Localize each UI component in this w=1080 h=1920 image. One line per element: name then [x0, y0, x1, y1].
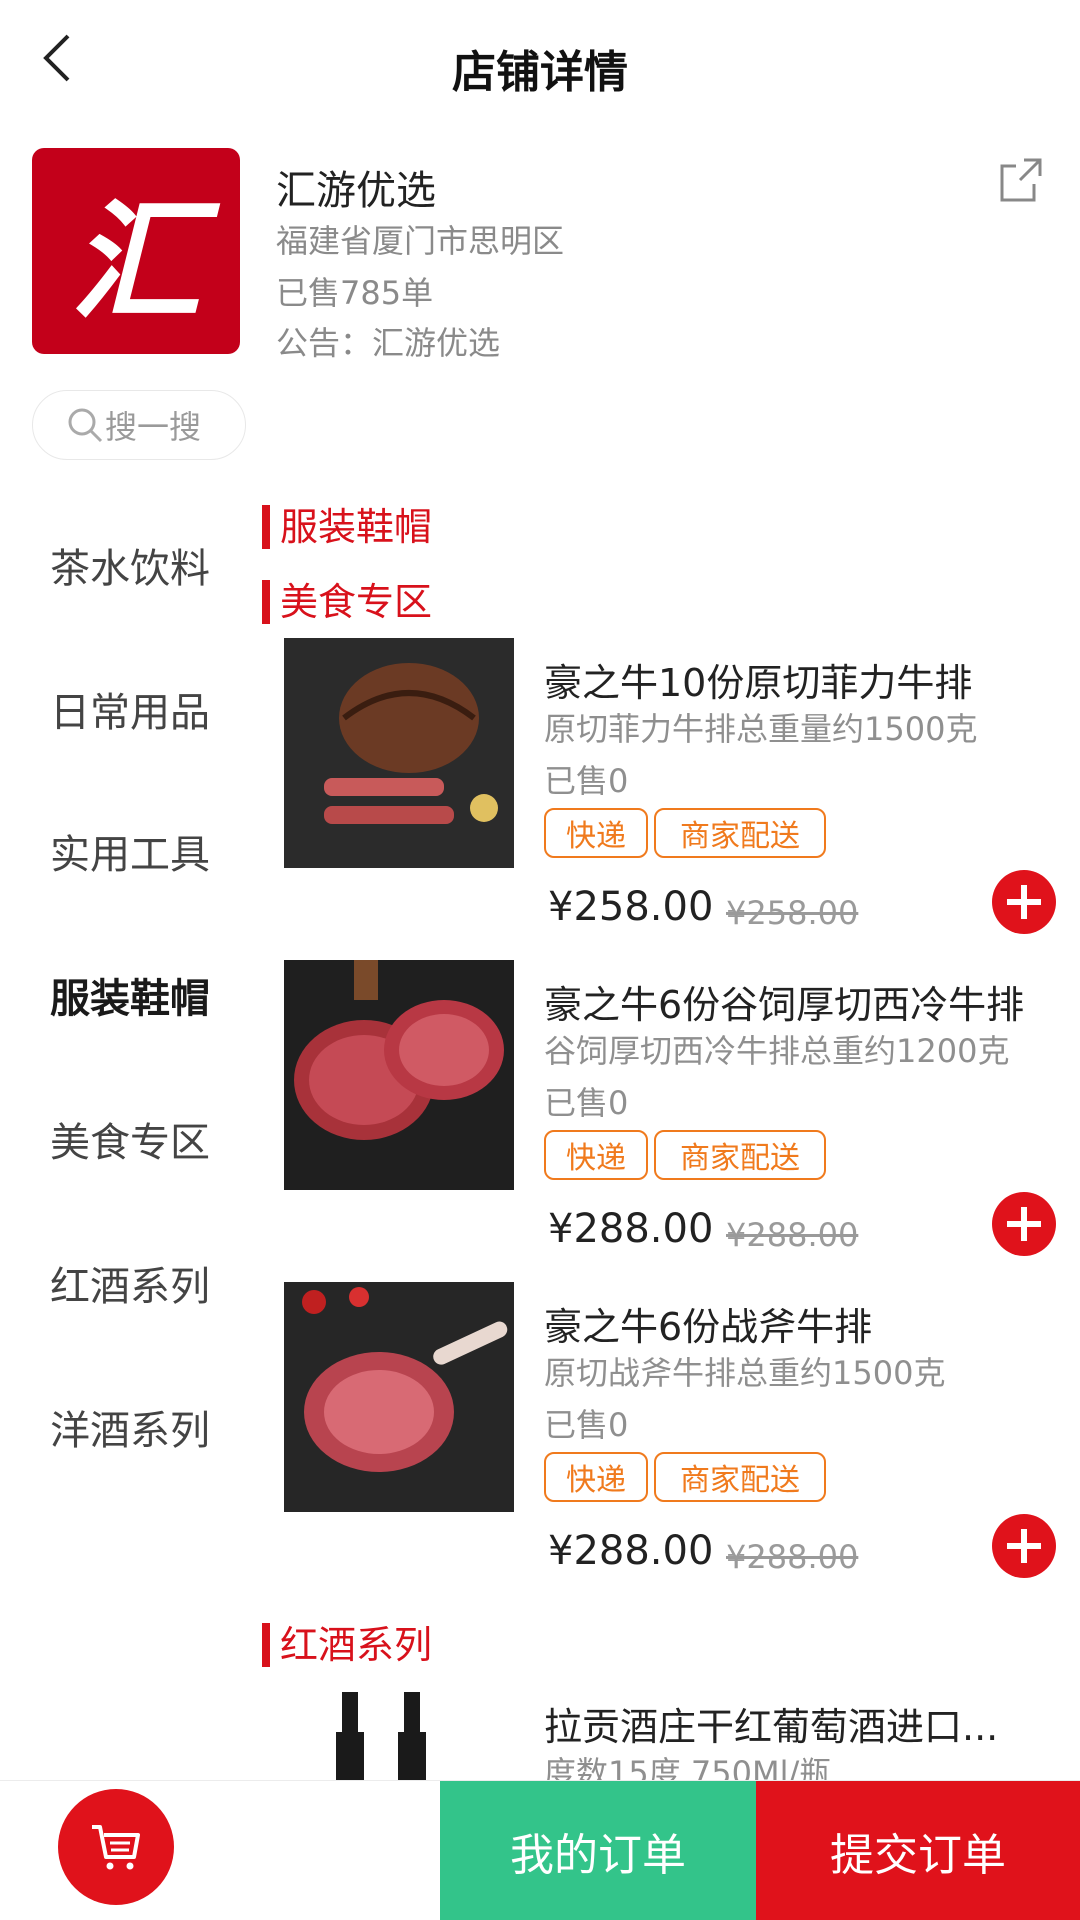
product-original-price: ¥288.00	[726, 1216, 859, 1254]
category-item-food[interactable]: 美食专区	[50, 1110, 210, 1168]
product-image	[284, 1682, 514, 1780]
product-item[interactable]: 豪之牛10份原切菲力牛排 原切菲力牛排总重量约1500克 已售0 快递 商家配送…	[284, 638, 1064, 938]
add-to-cart-button[interactable]	[992, 870, 1056, 934]
product-price: ¥288.00	[548, 1206, 714, 1252]
share-icon	[1000, 158, 1042, 202]
product-image	[284, 638, 514, 868]
shop-name: 汇游优选	[276, 168, 436, 214]
product-description: 度数15度 750Ml/瓶	[544, 1754, 832, 1780]
page-header: 店铺详情	[0, 0, 1080, 130]
section-title-food: 美食专区	[262, 580, 432, 624]
product-description: 谷饲厚切西冷牛排总重约1200克	[544, 1032, 1010, 1070]
product-description: 原切战斧牛排总重约1500克	[544, 1354, 946, 1392]
search-icon	[68, 408, 103, 443]
product-name: 豪之牛6份战斧牛排	[544, 1305, 873, 1349]
tag-merchant-delivery: 商家配送	[654, 1130, 826, 1180]
product-sold: 已售0	[544, 762, 629, 800]
product-image	[284, 960, 514, 1190]
product-name: 豪之牛6份谷饲厚切西冷牛排	[544, 983, 1025, 1027]
add-to-cart-button[interactable]	[992, 1514, 1056, 1578]
tag-express: 快递	[544, 808, 648, 858]
tag-merchant-delivery: 商家配送	[654, 1452, 826, 1502]
category-item-tools[interactable]: 实用工具	[50, 822, 210, 880]
shop-sold-count: 已售785单	[276, 274, 434, 312]
product-original-price: ¥288.00	[726, 1538, 859, 1576]
product-price: ¥288.00	[548, 1528, 714, 1574]
tag-merchant-delivery: 商家配送	[654, 808, 826, 858]
bottom-action-bar: 我的订单 提交订单	[0, 1780, 1080, 1920]
product-description: 原切菲力牛排总重量约1500克	[544, 710, 978, 748]
product-item[interactable]: 拉贡酒庄干红葡萄酒进口... 度数15度 750Ml/瓶	[284, 1682, 1064, 1780]
my-orders-button[interactable]: 我的订单	[440, 1781, 756, 1920]
cart-icon	[92, 1825, 140, 1870]
share-button[interactable]	[994, 152, 1050, 208]
section-title-clothing: 服装鞋帽	[262, 505, 432, 549]
product-sold: 已售0	[544, 1084, 629, 1122]
product-name: 豪之牛10份原切菲力牛排	[544, 661, 973, 705]
page-title: 店铺详情	[452, 47, 628, 98]
submit-order-button[interactable]: 提交订单	[756, 1781, 1080, 1920]
category-item-clothing[interactable]: 服装鞋帽	[50, 966, 210, 1024]
shop-notice: 公告：汇游优选	[276, 324, 501, 362]
cart-button[interactable]	[58, 1789, 174, 1905]
tag-express: 快递	[544, 1130, 648, 1180]
product-original-price: ¥258.00	[726, 894, 859, 932]
category-item-daily-goods[interactable]: 日常用品	[50, 680, 210, 738]
category-item-tea-drinks[interactable]: 茶水饮料	[50, 536, 210, 594]
search-input[interactable]: 搜一搜	[32, 390, 246, 460]
shop-logo: 汇	[32, 148, 240, 354]
product-item[interactable]: 豪之牛6份战斧牛排 原切战斧牛排总重约1500克 已售0 快递 商家配送 ¥28…	[284, 1282, 1064, 1582]
search-placeholder: 搜一搜	[105, 408, 202, 446]
section-title-red-wine: 红酒系列	[262, 1623, 432, 1667]
product-item[interactable]: 豪之牛6份谷饲厚切西冷牛排 谷饲厚切西冷牛排总重约1200克 已售0 快递 商家…	[284, 960, 1064, 1260]
product-sold: 已售0	[544, 1406, 629, 1444]
category-item-red-wine[interactable]: 红酒系列	[50, 1254, 210, 1312]
product-name: 拉贡酒庄干红葡萄酒进口...	[544, 1705, 999, 1749]
shop-address: 福建省厦门市思明区	[276, 222, 565, 260]
add-to-cart-button[interactable]	[992, 1192, 1056, 1256]
product-image	[284, 1282, 514, 1512]
tag-express: 快递	[544, 1452, 648, 1502]
category-item-liquor[interactable]: 洋酒系列	[50, 1398, 210, 1456]
product-price: ¥258.00	[548, 884, 714, 930]
